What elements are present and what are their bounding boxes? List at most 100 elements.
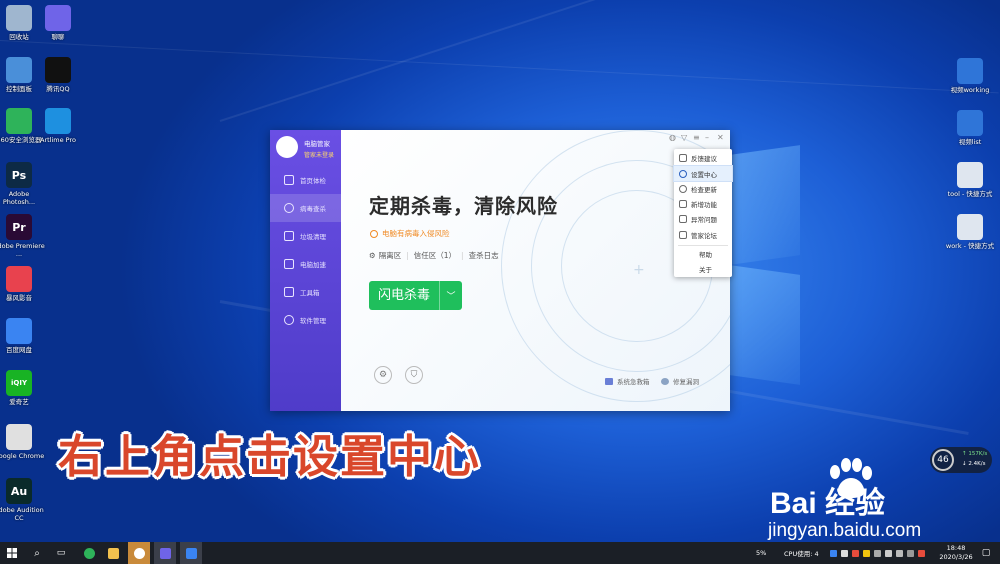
risk-warning[interactable]: 电脑有病毒入侵风险: [370, 228, 450, 239]
menu-item-about[interactable]: 关于: [674, 261, 732, 276]
taskbar-app-artlime[interactable]: [128, 542, 150, 564]
desktop-icon-video-working[interactable]: 视频working: [944, 58, 996, 94]
menu-item-settings-center[interactable]: 设置中心: [673, 165, 733, 182]
scan-links: ⚙ 隔离区 | 信任区（1） | 查杀日志: [369, 250, 499, 261]
sidebar-item-home-checkup[interactable]: 首页体检: [270, 166, 341, 194]
desktop-icon-artlime[interactable]: Artlime Pro: [32, 108, 84, 144]
baidu-jingyan-url: jingyan.baidu.com: [768, 520, 922, 541]
desktop-icon-chat-app[interactable]: 聊聊: [32, 5, 84, 41]
chrome-icon: [6, 424, 32, 450]
memory-percent: 46: [932, 449, 954, 471]
desktop-icon-media-player[interactable]: 暴风影音: [0, 266, 45, 302]
input-method-icon[interactable]: [918, 549, 925, 557]
divider: |: [461, 251, 464, 260]
toolbox-icon: [284, 287, 294, 297]
taskbar-app-360[interactable]: [80, 542, 98, 564]
desktop-icon-tool-shortcut[interactable]: tool - 快捷方式: [944, 162, 996, 198]
chat-app-icon: [159, 547, 171, 559]
quick-scan-button[interactable]: 闪电杀毒 ﹀: [369, 281, 462, 310]
shield-icon: ⛉: [410, 370, 418, 380]
upload-speed: ↑ 157K/s: [962, 451, 988, 457]
cpu-usage[interactable]: CPU使用: 4: [784, 542, 819, 564]
profile-status[interactable]: 管家未登录: [304, 150, 334, 159]
first-aid-kit-icon: [605, 377, 613, 385]
menu-item-check-update[interactable]: 检查更新: [674, 181, 732, 196]
trust-zone-link[interactable]: 信任区（1）: [414, 250, 456, 261]
sidebar-item-virus-scan[interactable]: 病毒查杀: [270, 194, 341, 222]
main-menu-dropdown: 反馈建议 设置中心 检查更新 新增功能 异常问题 管家论坛 帮助 关于: [673, 149, 733, 277]
menu-item-forum[interactable]: 管家论坛: [674, 227, 732, 242]
media-player-icon: [6, 266, 32, 292]
sidebar-item-junk-cleanup[interactable]: 垃圾清理: [270, 222, 341, 250]
start-button[interactable]: [2, 542, 22, 564]
skin-shirt-icon[interactable]: ▽: [681, 133, 687, 142]
control-panel-icon: [6, 57, 32, 83]
file-shortcut-icon: [957, 162, 983, 188]
scan-settings-button[interactable]: ⚙: [374, 366, 392, 384]
chevron-down-icon[interactable]: ﹀: [440, 289, 462, 302]
shield-icon[interactable]: [830, 549, 837, 557]
taskbar-app-pc-manager[interactable]: [180, 542, 202, 564]
cloud-icon[interactable]: [852, 549, 859, 557]
system-rescue-link[interactable]: 系统急救箱: [605, 376, 650, 386]
warning-icon: [679, 214, 687, 223]
desktop-icon-chrome[interactable]: Google Chrome: [0, 424, 45, 460]
minimize-icon[interactable]: –: [705, 133, 709, 142]
desktop-icon-audition[interactable]: AuAdobe Audition CC: [0, 478, 45, 522]
network-speed-widget[interactable]: 46 ↑ 157K/s ↓ 2.4K/s: [930, 447, 992, 473]
search-button[interactable]: ⌕: [28, 542, 46, 564]
volume-icon[interactable]: [885, 549, 892, 557]
menu-item-help[interactable]: 帮助: [674, 246, 732, 261]
notification-button[interactable]: ▢: [978, 542, 994, 564]
desktop-icon-cloud-drive[interactable]: 百度网盘: [0, 318, 45, 354]
tutorial-caption: 右上角点击设置中心: [58, 430, 482, 483]
desktop-icon-work-shortcut[interactable]: work - 快捷方式: [944, 214, 996, 250]
menu-icon[interactable]: ≡: [693, 133, 700, 142]
taskbar-app-explorer[interactable]: [104, 542, 122, 564]
network-icon[interactable]: [874, 549, 881, 557]
update-icon: [679, 184, 687, 193]
close-icon[interactable]: ✕: [717, 133, 724, 142]
menu-item-new-features[interactable]: 新增功能: [674, 196, 732, 211]
sidebar: 电脑管家 管家未登录 首页体检 病毒查杀 垃圾清理 电脑加速 工具箱 软件管理: [270, 130, 341, 411]
software-gear-icon: [284, 315, 294, 325]
monitor-icon: [284, 175, 294, 185]
taskbar-app-chat[interactable]: [154, 542, 176, 564]
settings-tray-icon[interactable]: [907, 549, 914, 557]
task-view-button[interactable]: ▭: [52, 542, 70, 564]
iqiyi-icon: iQIY: [6, 370, 32, 396]
protection-button[interactable]: ⛉: [405, 366, 423, 384]
audition-icon: Au: [6, 478, 32, 504]
avatar[interactable]: [276, 136, 298, 158]
battery-status[interactable]: 5%: [756, 542, 766, 564]
sidebar-item-toolbox[interactable]: 工具箱: [270, 278, 341, 306]
scan-log-link[interactable]: 查杀日志: [469, 250, 499, 261]
desktop-icon-premiere[interactable]: PrAdobe Premiere ...: [0, 214, 45, 258]
profile[interactable]: 电脑管家 管家未登录: [274, 134, 340, 162]
download-speed: ↓ 2.4K/s: [962, 461, 986, 467]
taskbar: ⌕ ▭ 5% CPU使用: 4 18:48 2020/3/26 ▢: [0, 542, 1000, 564]
virus-scan-icon: [284, 203, 294, 213]
star-icon: [679, 199, 687, 208]
microphone-icon[interactable]: [841, 549, 848, 557]
artlime-icon: [45, 108, 71, 134]
desktop-icon-photoshop[interactable]: Ps Adobe Photosh...: [0, 162, 45, 206]
desktop-icon-iqiyi[interactable]: iQIY 爱奇艺: [0, 370, 45, 406]
info-icon[interactable]: ◍: [669, 133, 676, 142]
sidebar-item-speedup[interactable]: 电脑加速: [270, 250, 341, 278]
recycle-bin-icon: [6, 5, 32, 31]
sidebar-item-software-manager[interactable]: 软件管理: [270, 306, 341, 334]
patch-vulnerability-link[interactable]: 修复漏洞: [661, 376, 699, 386]
menu-item-issues[interactable]: 异常问题: [674, 211, 732, 226]
menu-item-feedback[interactable]: 反馈建议: [674, 150, 732, 165]
quarantine-icon: ⚙: [369, 251, 376, 260]
taskbar-clock[interactable]: 18:48 2020/3/26: [938, 544, 974, 562]
baidu-jingyan-logo: Bai 经验: [770, 487, 886, 520]
desktop-icon-qq-penguin[interactable]: 腾讯QQ: [32, 57, 84, 93]
desktop-icon-video-list[interactable]: 视频list: [944, 110, 996, 146]
forum-icon: [679, 230, 687, 239]
quarantine-link[interactable]: 隔离区: [379, 250, 402, 261]
shield-warning-icon: [370, 229, 378, 238]
app-tray-icon[interactable]: [863, 549, 870, 557]
keyboard-icon[interactable]: [896, 549, 903, 557]
